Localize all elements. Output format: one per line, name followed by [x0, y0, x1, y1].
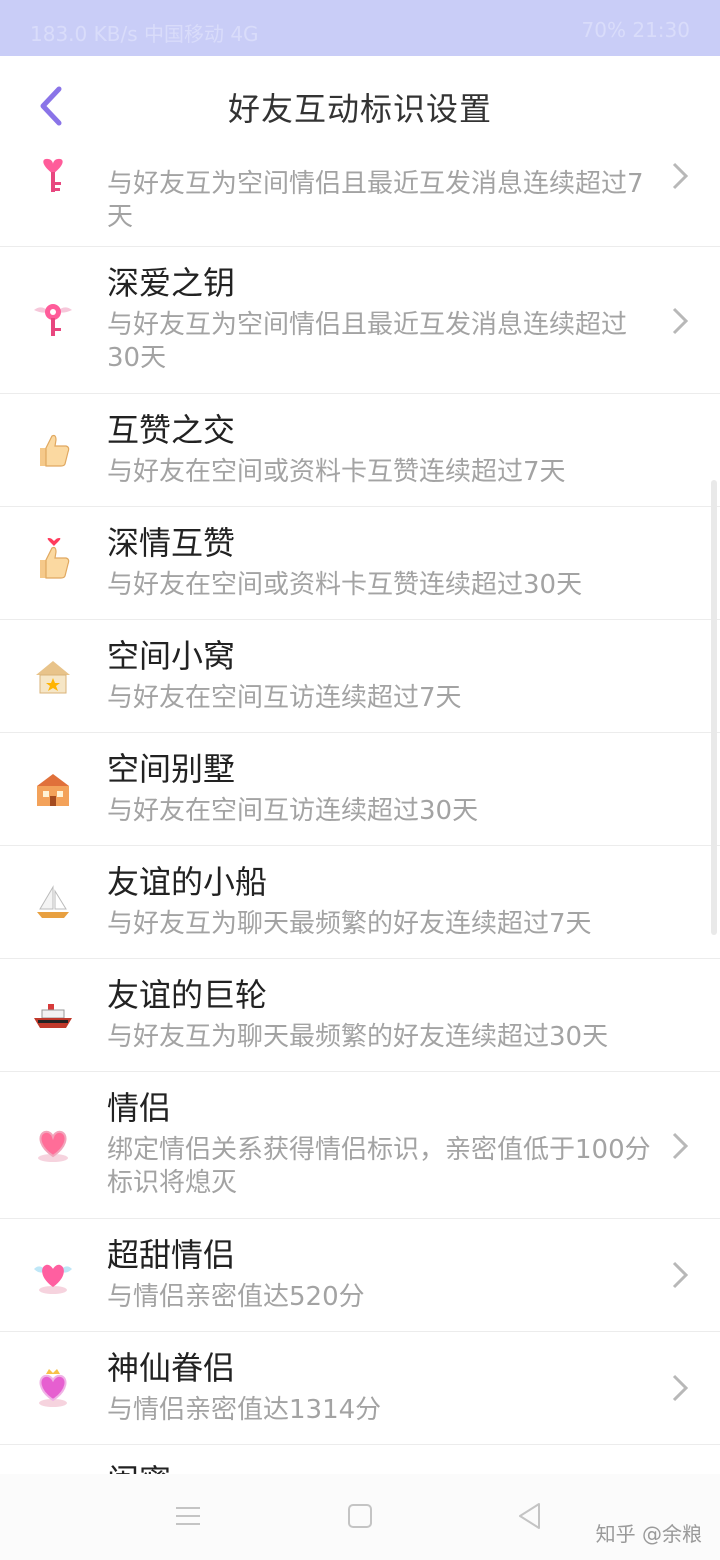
item-title: 超甜情侣 — [107, 1236, 236, 1274]
chevron-right-icon[interactable] — [666, 158, 694, 194]
back-nav-button[interactable] — [510, 1496, 550, 1536]
scrollbar[interactable] — [711, 480, 717, 935]
item-description: 绑定情侣关系获得情侣标识，亲密值低于100分标识将熄灭 — [107, 1135, 651, 1198]
winged-heart-icon — [32, 1255, 74, 1297]
item-description: 与好友互为聊天最频繁的好友连续超过7天 — [107, 909, 592, 939]
list-item[interactable]: 空间别墅 与好友在空间互访连续超过30天 — [0, 733, 720, 846]
small-house-icon — [32, 656, 74, 698]
status-bar-left: 183.0 KB/s 中国移动 4G — [30, 22, 259, 46]
badge-list: 与好友互为空间情侣且最近互发消息连续超过7天 深爱之钥 与好友互为空间情侣且最近… — [0, 140, 720, 1505]
home-nav-button[interactable] — [340, 1496, 380, 1536]
item-description: 与好友互为聊天最频繁的好友连续超过30天 — [107, 1022, 609, 1052]
thumbs-up-icon — [32, 430, 74, 472]
list-item[interactable]: 空间小窝 与好友在空间互访连续超过7天 — [0, 620, 720, 733]
screen: 183.0 KB/s 中国移动 4G 70% 21:30 好友互动标识设置 与好… — [0, 0, 720, 1560]
item-title: 空间小窝 — [107, 637, 236, 675]
item-title: 友谊的巨轮 — [107, 976, 268, 1014]
item-title: 互赞之交 — [107, 411, 236, 449]
list-item[interactable]: 友谊的巨轮 与好友互为聊天最频繁的好友连续超过30天 — [0, 959, 720, 1072]
list-item[interactable]: 超甜情侣 与情侣亲密值达520分 — [0, 1219, 720, 1332]
chevron-right-icon[interactable] — [666, 1257, 694, 1293]
menu-nav-button[interactable] — [168, 1496, 208, 1536]
item-description: 与情侣亲密值达1314分 — [107, 1395, 382, 1425]
list-item[interactable]: 与好友互为空间情侣且最近互发消息连续超过7天 — [0, 140, 720, 247]
item-title: 深爱之钥 — [107, 264, 236, 302]
item-title: 深情互赞 — [107, 524, 236, 562]
item-description: 与好友互为空间情侣且最近互发消息连续超过30天 — [107, 310, 628, 373]
list-item[interactable]: 深爱之钥 与好友互为空间情侣且最近互发消息连续超过30天 — [0, 247, 720, 394]
item-title: 空间别墅 — [107, 750, 236, 788]
home-square-icon — [348, 1504, 372, 1528]
item-description: 与好友在空间互访连续超过7天 — [107, 683, 462, 713]
item-description: 与好友在空间或资料卡互赞连续超过30天 — [107, 570, 583, 600]
item-description: 与好友互为空间情侣且最近互发消息连续超过7天 — [107, 169, 644, 232]
item-title: 情侣 — [107, 1089, 172, 1127]
chevron-right-icon[interactable] — [666, 1370, 694, 1406]
list-item[interactable]: 神仙眷侣 与情侣亲密值达1314分 — [0, 1332, 720, 1445]
chevron-right-icon[interactable] — [666, 1128, 694, 1164]
back-triangle-icon — [519, 1503, 540, 1529]
list-item[interactable]: 深情互赞 与好友在空间或资料卡互赞连续超过30天 — [0, 507, 720, 620]
crowned-heart-icon — [32, 1366, 74, 1408]
villa-icon — [32, 769, 74, 811]
pink-key-icon — [32, 156, 74, 198]
item-title: 友谊的小船 — [107, 863, 268, 901]
item-description: 与好友在空间互访连续超过30天 — [107, 796, 479, 826]
heart-icon — [32, 1124, 74, 1166]
item-description: 与情侣亲密值达520分 — [107, 1282, 365, 1312]
list-item[interactable]: 友谊的小船 与好友互为聊天最频繁的好友连续超过7天 — [0, 846, 720, 959]
thumbs-up-heart-icon — [32, 538, 74, 581]
list-item[interactable]: 互赞之交 与好友在空间或资料卡互赞连续超过7天 — [0, 394, 720, 507]
winged-key-icon — [32, 299, 74, 341]
watermark: 知乎 @余粮 — [595, 1522, 702, 1546]
navigation-bar — [0, 1474, 720, 1560]
item-title: 神仙眷侣 — [107, 1349, 236, 1387]
cruise-ship-icon — [32, 995, 74, 1037]
sailboat-icon — [32, 882, 74, 924]
list-item[interactable]: 情侣 绑定情侣关系获得情侣标识，亲密值低于100分标识将熄灭 — [0, 1072, 720, 1219]
status-bar: 183.0 KB/s 中国移动 4G 70% 21:30 — [0, 0, 720, 56]
page-title: 好友互动标识设置 — [227, 90, 492, 128]
menu-icon — [176, 1507, 200, 1525]
chevron-right-icon[interactable] — [666, 303, 694, 339]
item-description: 与好友在空间或资料卡互赞连续超过7天 — [107, 457, 566, 487]
status-bar-right: 70% 21:30 — [581, 18, 690, 42]
